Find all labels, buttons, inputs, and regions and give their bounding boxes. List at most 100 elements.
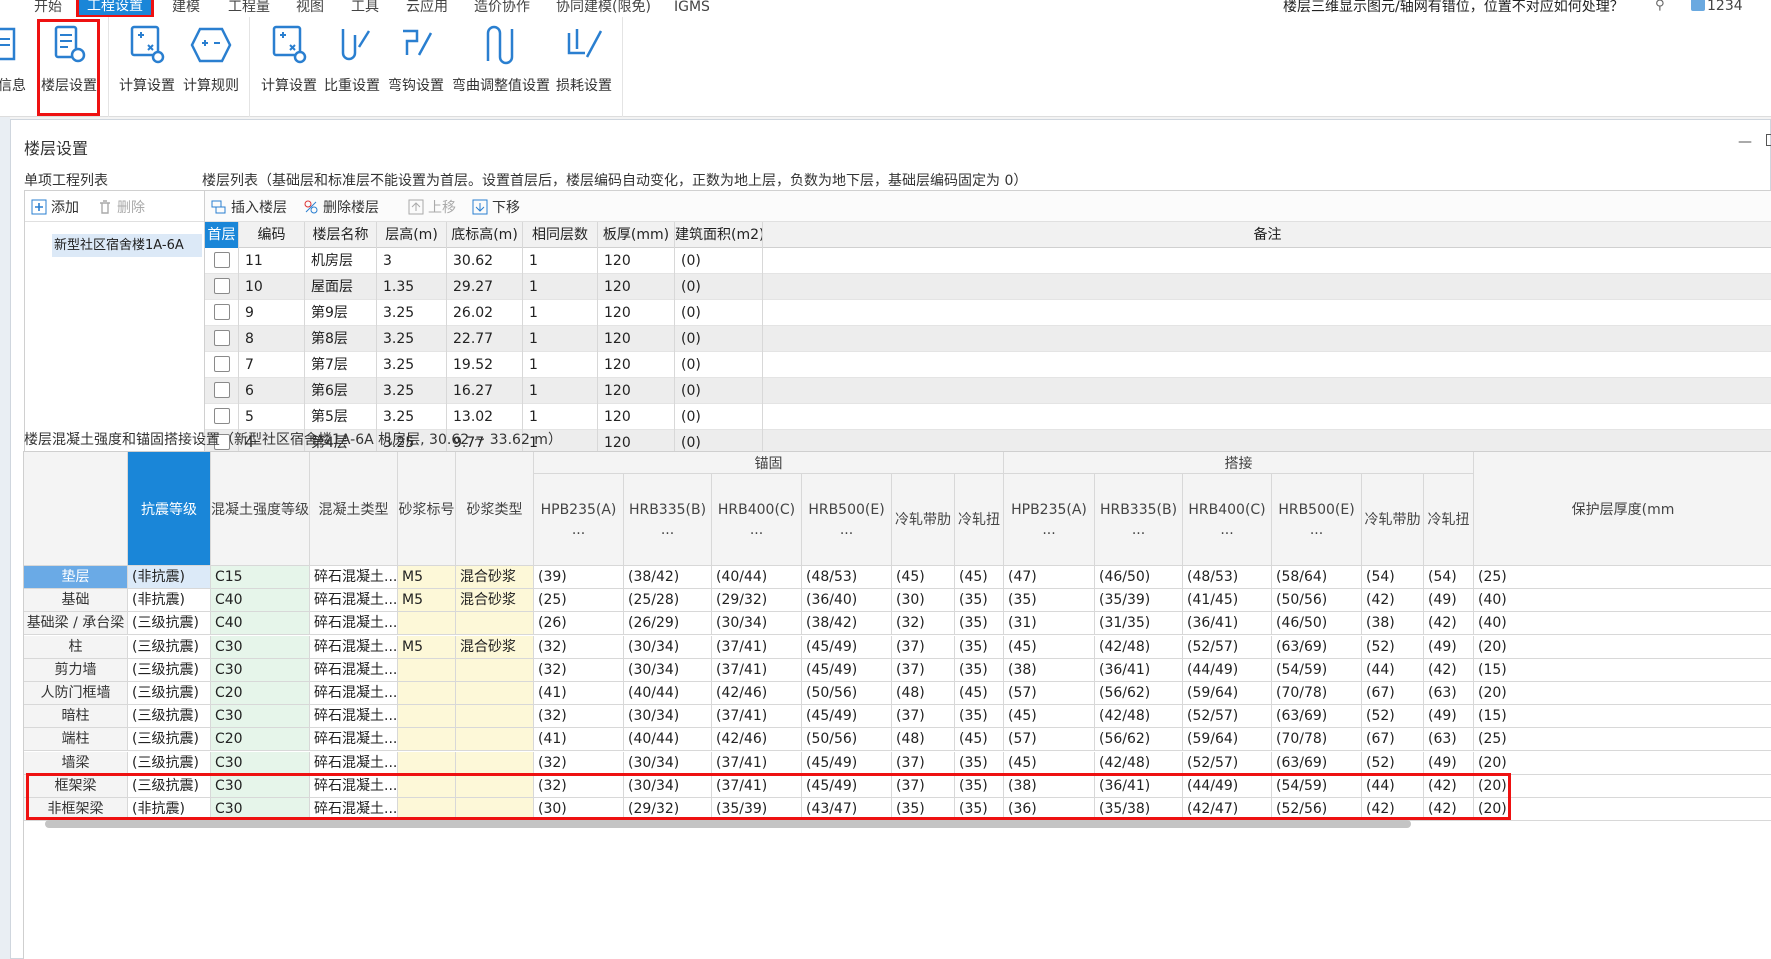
table-cell[interactable]: (0) xyxy=(675,300,763,326)
table-cell[interactable]: (49) xyxy=(1424,589,1474,613)
table-cell[interactable]: (26) xyxy=(534,612,624,636)
table-cell[interactable]: (30/34) xyxy=(624,751,712,775)
table-row[interactable]: 5 第5层 3.25 13.02 1 120 (0) xyxy=(205,404,1771,430)
table-cell[interactable]: 1 xyxy=(523,274,598,300)
table-cell[interactable]: (32) xyxy=(534,658,624,682)
table-cell[interactable]: (42) xyxy=(1424,612,1474,636)
header-lap-group[interactable]: 搭接 xyxy=(1004,452,1474,474)
table-cell[interactable]: 9 xyxy=(239,300,305,326)
table-cell[interactable]: (47) xyxy=(1004,566,1095,589)
table-cell[interactable]: (50/56) xyxy=(802,728,892,752)
table-cell[interactable]: (32) xyxy=(534,774,624,798)
table-cell[interactable]: (42) xyxy=(1424,658,1474,682)
table-cell[interactable] xyxy=(456,612,534,636)
table-cell[interactable]: (三级抗震) xyxy=(128,612,211,636)
table-row[interactable]: 基础梁 / 承台梁 (三级抗震) C40 碎石混凝土... (26) (26/29) (30… xyxy=(24,612,1771,636)
first-floor-checkbox[interactable] xyxy=(214,356,230,372)
table-cell[interactable]: (67) xyxy=(1362,682,1424,705)
first-floor-checkbox[interactable] xyxy=(214,330,230,346)
row-label[interactable]: 基础 xyxy=(24,589,128,613)
table-cell[interactable]: 3.25 xyxy=(377,404,447,430)
project-item[interactable]: 新型社区宿舍楼1A-6A xyxy=(52,234,202,257)
table-cell[interactable]: (37/41) xyxy=(712,751,802,775)
table-cell[interactable]: (63) xyxy=(1424,728,1474,752)
table-cell[interactable]: (44) xyxy=(1362,658,1424,682)
row-label[interactable]: 框架梁 xyxy=(24,774,128,798)
table-cell[interactable]: 8 xyxy=(239,326,305,352)
table-cell[interactable]: 混合砂浆 xyxy=(456,589,534,613)
table-cell[interactable]: (35/38) xyxy=(1095,798,1183,821)
table-cell[interactable]: 1 xyxy=(523,352,598,378)
remark-cell[interactable] xyxy=(763,352,1771,378)
table-cell[interactable]: (37) xyxy=(892,658,955,682)
column-header[interactable]: 相同层数 xyxy=(523,222,598,248)
table-cell[interactable]: (37) xyxy=(892,705,955,729)
maximize-button[interactable] xyxy=(1766,134,1771,146)
minimize-button[interactable]: — xyxy=(1738,134,1752,150)
table-cell[interactable]: 碎石混凝土... xyxy=(310,705,398,729)
header-steel[interactable]: HRB335(B) ... xyxy=(1095,474,1183,566)
table-cell[interactable]: (57) xyxy=(1004,728,1095,752)
table-cell[interactable]: (41) xyxy=(534,682,624,705)
tab-collab-modeling[interactable]: 协同建模(限免) xyxy=(556,0,651,17)
row-label[interactable]: 垫层 xyxy=(24,566,128,589)
table-cell[interactable]: (46/50) xyxy=(1272,612,1362,636)
table-cell[interactable]: (20) xyxy=(1474,682,1771,705)
header-steel[interactable]: 冷轧扭 xyxy=(955,474,1004,566)
table-cell[interactable] xyxy=(398,705,456,729)
table-cell[interactable]: (63/69) xyxy=(1272,705,1362,729)
table-cell[interactable]: 第6层 xyxy=(305,378,377,404)
column-header[interactable]: 板厚(mm) xyxy=(598,222,675,248)
table-cell[interactable]: (20) xyxy=(1474,798,1771,821)
row-label[interactable]: 墙梁 xyxy=(24,751,128,775)
table-row[interactable]: 9 第9层 3.25 26.02 1 120 (0) xyxy=(205,300,1771,326)
table-cell[interactable]: (45) xyxy=(892,566,955,589)
table-cell[interactable]: (35/39) xyxy=(712,798,802,821)
table-cell[interactable]: (0) xyxy=(675,248,763,274)
table-cell[interactable]: C20 xyxy=(211,682,310,705)
table-cell[interactable]: (35) xyxy=(955,589,1004,613)
table-cell[interactable]: (30/34) xyxy=(624,705,712,729)
table-cell[interactable]: C30 xyxy=(211,705,310,729)
table-row[interactable]: 10 屋面层 1.35 29.27 1 120 (0) xyxy=(205,274,1771,300)
column-header[interactable]: 层高(m) xyxy=(377,222,447,248)
table-cell[interactable]: (0) xyxy=(675,326,763,352)
table-cell[interactable]: 11 xyxy=(239,248,305,274)
table-cell[interactable] xyxy=(398,682,456,705)
table-cell[interactable]: (非抗震) xyxy=(128,566,211,589)
table-cell[interactable]: (0) xyxy=(675,378,763,404)
table-cell[interactable]: (42/46) xyxy=(712,728,802,752)
column-header[interactable]: 楼层名称 xyxy=(305,222,377,248)
table-cell[interactable]: (49) xyxy=(1424,751,1474,775)
table-cell[interactable]: (36) xyxy=(1004,798,1095,821)
delete-floor-button[interactable]: 删除楼层 xyxy=(303,197,379,217)
table-cell[interactable]: (35) xyxy=(955,658,1004,682)
table-cell[interactable]: (31) xyxy=(1004,612,1095,636)
table-cell[interactable]: (35) xyxy=(955,798,1004,821)
remark-cell[interactable] xyxy=(763,248,1771,274)
table-cell[interactable]: (45/49) xyxy=(802,658,892,682)
table-cell[interactable]: (41) xyxy=(534,728,624,752)
table-cell[interactable]: (44/49) xyxy=(1183,658,1272,682)
table-cell[interactable]: (42/48) xyxy=(1095,705,1183,729)
table-cell[interactable]: (42) xyxy=(1424,798,1474,821)
table-cell[interactable]: 10 xyxy=(239,274,305,300)
table-cell[interactable]: (30/34) xyxy=(624,774,712,798)
table-cell[interactable]: (36/41) xyxy=(1095,658,1183,682)
calc-rules-button[interactable]: 计算规则 xyxy=(182,21,240,105)
table-cell[interactable]: C30 xyxy=(211,635,310,659)
header-steel[interactable]: 冷轧带肋 xyxy=(892,474,955,566)
table-cell[interactable]: 120 xyxy=(598,326,675,352)
table-cell[interactable] xyxy=(398,612,456,636)
table-cell[interactable]: (25) xyxy=(534,589,624,613)
table-cell[interactable]: 第8层 xyxy=(305,326,377,352)
table-cell[interactable]: 碎石混凝土... xyxy=(310,774,398,798)
table-cell[interactable]: (三级抗震) xyxy=(128,635,211,659)
table-cell[interactable]: (45) xyxy=(1004,635,1095,659)
table-cell[interactable]: (15) xyxy=(1474,705,1771,729)
table-cell[interactable]: 22.77 xyxy=(447,326,523,352)
rebar-calc-settings-button[interactable]: 计算设置 xyxy=(259,21,319,105)
table-cell[interactable]: (54/59) xyxy=(1272,774,1362,798)
row-header-corner[interactable] xyxy=(24,452,128,566)
table-cell[interactable]: (45) xyxy=(1004,705,1095,729)
